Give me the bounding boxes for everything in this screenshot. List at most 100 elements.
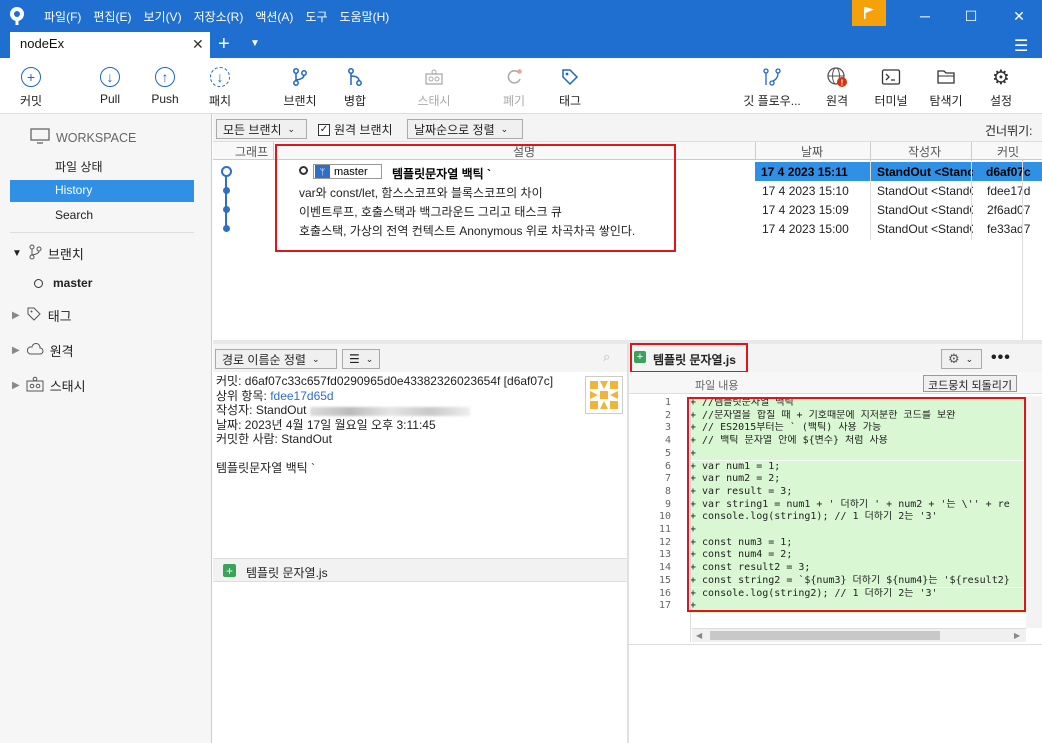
branch-button[interactable]: 브랜치 (281, 58, 319, 114)
discard-button[interactable]: 폐기 (498, 58, 530, 114)
stash-label: 스태시 (417, 94, 451, 108)
sidebar-item-history[interactable]: History (10, 180, 194, 202)
new-tab-icon[interactable]: + (218, 33, 230, 56)
sidebar-item-search[interactable]: Search (10, 205, 194, 227)
sidebar-group-stashes[interactable]: ▶ 스태시 (12, 376, 86, 395)
sidebar-group-tags[interactable]: ▶ 태그 (12, 306, 72, 325)
remote-button[interactable]: ! 원격 (822, 58, 852, 114)
git-flow-button[interactable]: 깃 플로우... (738, 58, 806, 114)
close-window-button[interactable]: ✕ (996, 0, 1042, 32)
column-date[interactable]: 날짜 (801, 143, 823, 160)
commit-details: 커밋: d6af07c33c657fd0290965d0e43382326023… (213, 374, 627, 554)
row-date: 17 4 2023 15:00 (762, 222, 849, 236)
git-flow-icon (761, 66, 783, 88)
menu-edit[interactable]: 편집(E) (93, 8, 131, 25)
column-commit[interactable]: 커밋 (997, 143, 1019, 160)
settings-button[interactable]: ⚙ 설정 (986, 58, 1016, 114)
push-label: Push (151, 92, 179, 106)
file-list-toolbar: 경로 이름순 정렬 ⌄ ☰ ⌄ ⌕ (213, 344, 627, 372)
diff-code-view[interactable]: 1 + //템플릿문자열 백틱 ` 2 + //문자열을 합칠 때 + 기호때문에 지… (629, 396, 1026, 626)
chevron-right-icon: ▶ (12, 345, 20, 356)
table-row[interactable]: ᛘ master 템플릿문자열 백틱 ` 17 4 2023 15:11 Sta… (213, 162, 1042, 181)
tags-label: 태그 (47, 309, 72, 324)
branch-filter-dropdown[interactable]: 모든 브랜치 ⌄ (216, 119, 307, 139)
row-description: var와 const/let, 함스스코프와 블록스코프의 차이 (299, 186, 543, 200)
branch-master-label: master (53, 276, 93, 290)
menu-view[interactable]: 보기(V) (143, 8, 181, 25)
sidebar-group-remotes[interactable]: ▶ 원격 (12, 341, 74, 360)
sidebar-group-branches[interactable]: ▼ 브랜치 (12, 244, 84, 263)
diff-subheader: 파일 내용 코드뭉치 되돌리기 (629, 372, 1042, 394)
tag-button[interactable]: 태그 (554, 58, 586, 114)
tab-dropdown-icon[interactable]: ▼ (250, 38, 260, 49)
branch-icon (28, 244, 42, 263)
row-description: 이벤트루프, 호출스택과 백그라운드 그리고 태스크 큐 (299, 205, 562, 219)
diff-line-added: + var string1 = num1 + ' 더하기 ' + num2 + … (690, 498, 1026, 512)
menu-help[interactable]: 도움말(H) (340, 8, 390, 25)
branch-label: 브랜치 (283, 94, 317, 108)
stash-button[interactable]: 스태시 (412, 58, 456, 114)
terminal-button[interactable]: 터미널 (872, 58, 910, 114)
search-icon[interactable]: ⌕ (603, 349, 610, 365)
hamburger-menu-icon[interactable]: ☰ (1014, 36, 1028, 56)
explorer-button[interactable]: 탐색기 (926, 58, 966, 114)
diff-line-added: + console.log(string2); // 1 더하기 2는 '3' (690, 587, 1026, 601)
git-flow-label: 깃 플로우... (743, 94, 801, 108)
line-number: 1 (664, 397, 671, 408)
diff-horizontal-scrollbar[interactable]: ◀ ▶ (692, 628, 1026, 642)
row-author: StandOut <StandC (877, 222, 973, 236)
diff-line-added: + // ES2015부터는 ` (백틱) 사용 가능 (690, 422, 1026, 436)
menu-actions[interactable]: 액션(A) (255, 8, 293, 25)
remote-branch-checkbox[interactable]: ✓ 원격 브랜치 (318, 121, 393, 138)
chevron-down-icon: ⌄ (287, 123, 296, 134)
sidebar-branch-master[interactable]: master (34, 276, 92, 290)
merge-button[interactable]: 병합 (339, 58, 371, 114)
row-date: 17 4 2023 15:10 (762, 184, 849, 198)
column-graph[interactable]: 그래프 (235, 143, 268, 160)
avatar (585, 376, 623, 414)
sort-dropdown[interactable]: 날짜순으로 정렬 ⌄ (407, 119, 523, 139)
commit-button[interactable]: + 커밋 (14, 58, 48, 114)
path-sort-dropdown[interactable]: 경로 이름순 정렬 ⌄ (215, 349, 337, 369)
view-mode-dropdown[interactable]: ☰ ⌄ (342, 349, 380, 369)
parent-link[interactable]: fdee17d65d (270, 389, 333, 403)
sort-label: 날짜순으로 정렬 (414, 122, 495, 137)
diff-settings-dropdown[interactable]: ⚙ ⌄ (941, 349, 982, 369)
maximize-button[interactable]: ☐ (948, 0, 994, 32)
column-description[interactable]: 설명 (513, 143, 535, 160)
pull-button[interactable]: ↓ Pull (94, 58, 126, 114)
fetch-button[interactable]: ↓ 패치 (204, 58, 236, 114)
file-list-item[interactable]: + 템플릿 문자열.js (213, 558, 627, 582)
table-row[interactable]: 호출스택, 가상의 전역 컨텍스트 Anonymous 위로 차곡차곡 쌓인다.… (213, 219, 1042, 238)
flag-icon[interactable] (852, 0, 886, 26)
scroll-left-icon[interactable]: ◀ (696, 631, 702, 640)
minimize-button[interactable]: ─ (902, 0, 948, 32)
remote-branch-label: 원격 브랜치 (334, 123, 393, 137)
menu-tools[interactable]: 도구 (305, 8, 327, 25)
gear-icon: ⚙ (992, 66, 1010, 89)
parent-line: 상위 항목: fdee17d65d (216, 389, 627, 404)
commit-hash-value[interactable]: d6af07c33c657fd0290965d0e43382326023654f… (245, 374, 553, 388)
menu-file[interactable]: 파일(F) (44, 8, 81, 25)
diff-line-added: + const num3 = 1; (690, 536, 1026, 550)
tab-nodeex[interactable]: nodeEx (10, 32, 210, 58)
column-divider (971, 160, 972, 240)
terminal-icon (880, 66, 902, 88)
current-branch-icon (299, 166, 308, 175)
push-button[interactable]: ↑ Push (148, 58, 182, 114)
menu-repository[interactable]: 저장소(R) (194, 8, 244, 25)
table-row[interactable]: var와 const/let, 함스스코프와 블록스코프의 차이 17 4 20… (213, 181, 1042, 200)
diff-vertical-scrollbar[interactable] (1026, 396, 1042, 628)
gutter-divider (690, 396, 691, 642)
more-options-icon[interactable]: ••• (991, 349, 1011, 367)
revert-hunk-button[interactable]: 코드뭉치 되돌리기 (923, 375, 1018, 392)
scroll-right-icon[interactable]: ▶ (1014, 631, 1020, 640)
commit-node-icon (223, 187, 230, 194)
diff-line-added: + // 백틱 문자열 안에 ${변수} 처럼 사용 (690, 435, 1026, 448)
sidebar-item-file-status[interactable]: 파일 상태 (10, 155, 194, 177)
table-row[interactable]: 이벤트루프, 호출스택과 백그라운드 그리고 태스크 큐 17 4 2023 1… (213, 200, 1042, 219)
column-author[interactable]: 작성자 (908, 143, 941, 160)
scroll-thumb[interactable] (710, 631, 940, 640)
diff-line-added: + const string2 = `${num3} 더하기 ${num4}는 … (690, 574, 1026, 588)
close-tab-icon[interactable]: ✕ (192, 36, 204, 53)
